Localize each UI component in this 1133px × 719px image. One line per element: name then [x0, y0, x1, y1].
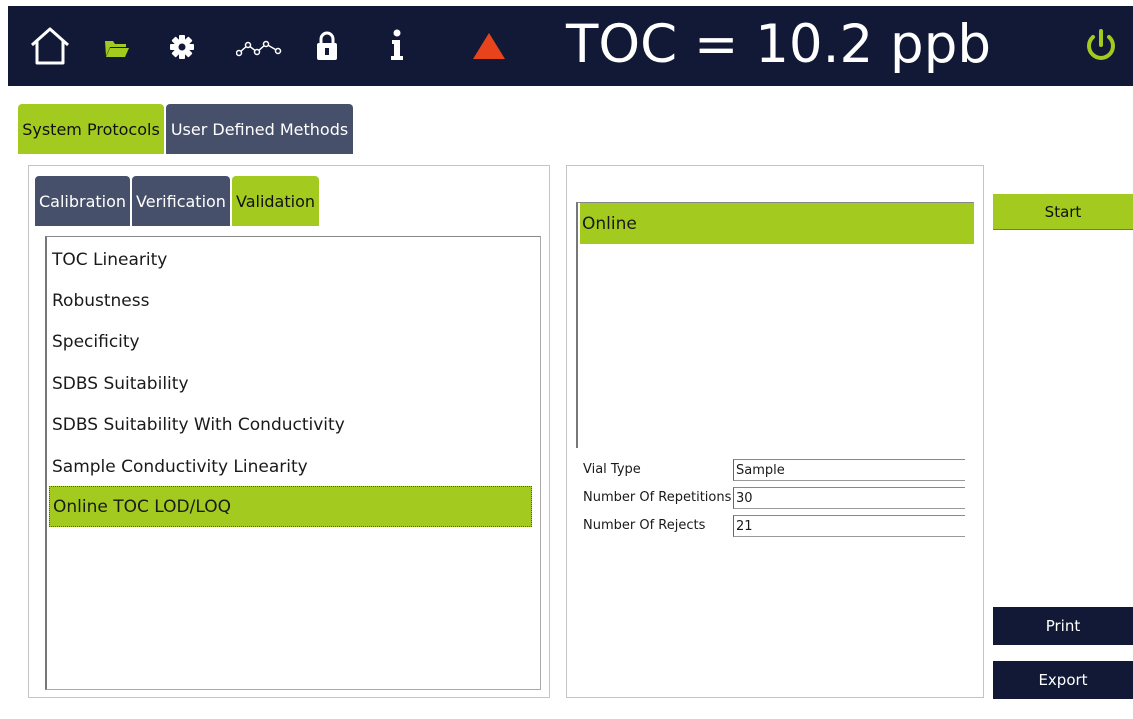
print-button[interactable]: Print [993, 607, 1133, 645]
power-icon[interactable] [1084, 28, 1118, 64]
list-item-selected[interactable]: Online TOC LOD/LOQ [49, 486, 532, 527]
tab-validation[interactable]: Validation [232, 176, 319, 226]
home-icon[interactable] [28, 25, 72, 67]
folder-icon[interactable] [104, 38, 130, 58]
list-item[interactable]: TOC Linearity [49, 239, 530, 280]
list-item[interactable]: Specificity [49, 321, 530, 362]
list-item[interactable]: SDBS Suitability With Conductivity [49, 404, 530, 445]
gear-icon[interactable] [169, 34, 195, 60]
list-item[interactable]: SDBS Suitability [49, 363, 530, 404]
vial-type-field[interactable]: Sample [733, 459, 965, 481]
top-toolbar: TOC = 10.2 ppb [8, 6, 1133, 86]
protocol-list: TOC Linearity Robustness Specificity SDB… [45, 236, 541, 690]
list-item[interactable]: Sample Conductivity Linearity [49, 446, 530, 487]
vial-type-label: Vial Type [583, 462, 641, 477]
rejects-field[interactable]: 21 [733, 515, 965, 537]
repetitions-label: Number Of Repetitions [583, 490, 732, 505]
list-item[interactable]: Robustness [49, 280, 530, 321]
method-item-selected[interactable]: Online [580, 203, 974, 244]
tab-system-protocols[interactable]: System Protocols [18, 104, 164, 154]
method-list: Online [576, 202, 974, 448]
alert-triangle-icon[interactable] [472, 32, 506, 60]
rejects-label: Number Of Rejects [583, 518, 706, 533]
tab-user-defined-methods[interactable]: User Defined Methods [166, 104, 353, 154]
tab-calibration[interactable]: Calibration [35, 176, 130, 226]
start-button[interactable]: Start [993, 194, 1133, 230]
toc-reading-title: TOC = 10.2 ppb [566, 14, 991, 75]
trend-icon[interactable] [236, 38, 282, 58]
info-icon[interactable] [389, 29, 405, 61]
lock-icon[interactable] [316, 31, 338, 61]
export-button[interactable]: Export [993, 661, 1133, 699]
repetitions-field[interactable]: 30 [733, 487, 965, 509]
tab-verification[interactable]: Verification [132, 176, 230, 226]
